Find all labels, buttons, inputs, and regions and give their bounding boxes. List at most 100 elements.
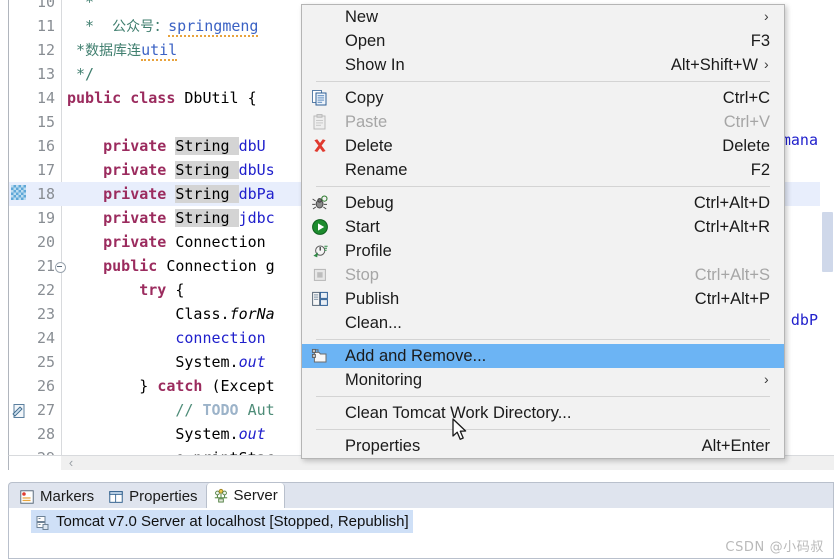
tab-label: Properties (129, 488, 198, 505)
menu-item-label: New (345, 7, 379, 26)
publish-icon (311, 290, 329, 308)
csdn-watermark: CSDN @小码叔 (725, 540, 824, 555)
menu-item-shortcut: Ctrl+Alt+R (693, 217, 770, 236)
menu-item-label: Delete (345, 136, 393, 155)
scroll-left-arrow-icon[interactable]: ‹ (61, 456, 81, 470)
menu-item-label: Properties (345, 436, 421, 455)
menu-item-delete[interactable]: Delete Delete (302, 134, 784, 158)
tab-server[interactable]: Server (205, 483, 285, 509)
menu-separator (316, 339, 770, 340)
code-line-text: private String dbUs (103, 161, 275, 179)
breakpoint-marker-icon[interactable] (11, 185, 26, 200)
paste-icon (311, 113, 329, 131)
bottom-views-panel: Markers Properties Server Tomcat v7.0 Serv… (8, 482, 834, 559)
line-number: 12 (36, 41, 55, 59)
menu-item-label: Start (345, 217, 380, 236)
servers-view-tree[interactable]: Tomcat v7.0 Server at localhost [Stopped… (8, 508, 834, 559)
menu-item-label: Publish (345, 289, 400, 308)
debug-icon (311, 194, 329, 212)
profile-icon (311, 242, 329, 260)
code-text-fragment: dbP (790, 311, 818, 329)
menu-item-debug[interactable]: Debug Ctrl+Alt+D (302, 191, 784, 215)
code-line-text: System.out (67, 425, 266, 443)
menu-item-properties[interactable]: Properties Alt+Enter (302, 434, 784, 458)
menu-item-label: Profile (345, 241, 392, 260)
line-number: 25 (36, 353, 55, 371)
code-line-text: connection (175, 329, 266, 347)
code-line-text: public Connection g (103, 257, 275, 275)
stop-icon (311, 266, 329, 284)
code-line-text: * (67, 0, 95, 11)
menu-item-clean[interactable]: Clean... (302, 311, 784, 335)
tab-label: Server (233, 487, 278, 504)
code-line-text: public class DbUtil { (67, 89, 257, 107)
chevron-right-icon: › (764, 371, 769, 387)
add-remove-icon (311, 347, 329, 365)
line-number: 28 (36, 425, 55, 443)
editor-vertical-scrollbar[interactable] (820, 0, 834, 456)
menu-item-label: Add and Remove... (345, 346, 487, 365)
menu-item-label: Open (345, 31, 386, 50)
line-number: 23 (36, 305, 55, 323)
delete-icon (311, 137, 329, 155)
menu-item-clean-tomcat-work-directory[interactable]: Clean Tomcat Work Directory... (302, 401, 784, 425)
menu-item-shortcut: F2 (750, 160, 770, 179)
menu-separator (316, 396, 770, 397)
menu-item-open[interactable]: Open F3 (302, 29, 784, 53)
code-line-text: private String dbU (103, 137, 266, 155)
menu-item-copy[interactable]: Copy Ctrl+C (302, 86, 784, 110)
code-line-text: private Connection (103, 233, 275, 251)
menu-item-label: Show In (345, 55, 405, 74)
menu-item-profile[interactable]: Profile (302, 239, 784, 263)
line-number: 26 (36, 377, 55, 395)
menu-item-shortcut: Ctrl+Alt+D (693, 193, 770, 212)
menu-item-shortcut: Ctrl+Alt+P (694, 289, 770, 308)
menu-item-label: Debug (345, 193, 394, 212)
markers-icon (19, 489, 35, 505)
scrollbar-gutter-spacer (9, 456, 61, 470)
menu-item-publish[interactable]: Publish Ctrl+Alt+P (302, 287, 784, 311)
code-line-text: * 公众号：springmeng (67, 17, 259, 37)
menu-item-label: Monitoring (345, 370, 423, 389)
servers-icon (213, 488, 229, 504)
menu-item-paste: Paste Ctrl+V (302, 110, 784, 134)
menu-item-shortcut: Alt+Enter (701, 436, 770, 455)
menu-item-stop: Stop Ctrl+Alt+S (302, 263, 784, 287)
editor-vertical-scrollbar-thumb[interactable] (822, 212, 833, 272)
line-number: 13 (36, 65, 55, 83)
line-number: 20 (36, 233, 55, 251)
code-line-text: *数据库连util (67, 41, 178, 61)
menu-separator (316, 186, 770, 187)
menu-item-show-in[interactable]: Show In Alt+Shift+W › (302, 53, 784, 77)
line-number: 21 (36, 257, 55, 275)
tab-markers[interactable]: Markers (13, 484, 100, 509)
chevron-right-icon: › (764, 56, 769, 72)
fold-collapse-icon[interactable] (55, 262, 66, 273)
menu-separator (316, 81, 770, 82)
menu-item-add-and-remove[interactable]: Add and Remove... (302, 344, 784, 368)
server-context-menu[interactable]: New › Open F3 Show In Alt+Shift+W › Copy Ctrl+C P… (301, 4, 785, 459)
menu-item-new[interactable]: New › (302, 5, 784, 29)
menu-separator (316, 429, 770, 430)
menu-item-rename[interactable]: Rename F2 (302, 158, 784, 182)
line-number: 11 (36, 17, 55, 35)
menu-item-shortcut: F3 (750, 31, 770, 50)
menu-item-shortcut: Delete (722, 136, 770, 155)
menu-item-monitoring[interactable]: Monitoring › (302, 368, 784, 392)
line-number: 17 (36, 161, 55, 179)
mouse-cursor-icon (452, 418, 470, 444)
menu-item-shortcut: Ctrl+C (722, 88, 770, 107)
chevron-right-icon: › (764, 8, 769, 24)
code-line-text: try { (139, 281, 185, 299)
view-tab-strip[interactable]: Markers Properties Server (8, 482, 834, 509)
tab-properties[interactable]: Properties (102, 484, 203, 509)
line-number: 14 (36, 89, 55, 107)
menu-item-shortcut: Alt+Shift+W (670, 55, 758, 74)
server-tree-row[interactable]: Tomcat v7.0 Server at localhost [Stopped… (31, 510, 413, 533)
server-icon (35, 514, 50, 530)
code-line-text: private String jdbc (103, 209, 275, 227)
line-number: 15 (36, 113, 55, 131)
menu-item-label: Rename (345, 160, 408, 179)
line-number: 16 (36, 137, 55, 155)
menu-item-start[interactable]: Start Ctrl+Alt+R (302, 215, 784, 239)
